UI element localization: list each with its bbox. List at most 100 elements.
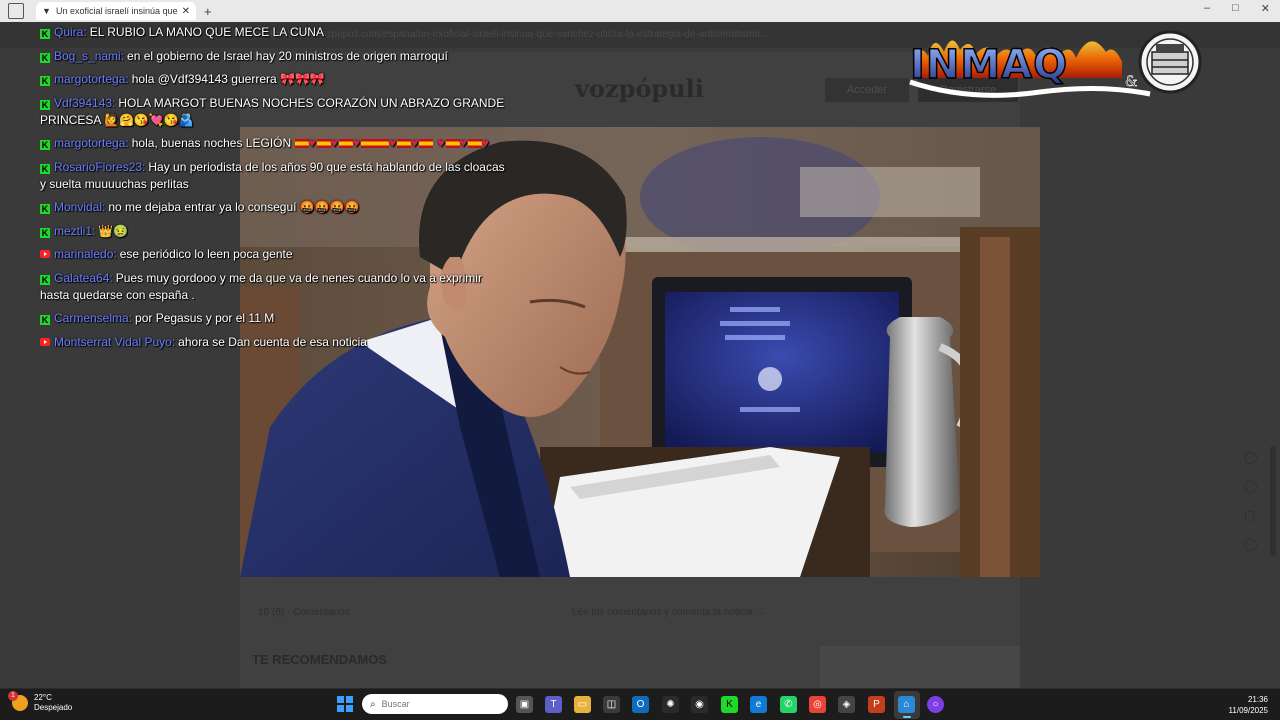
spain-flags-and-hearts: ♥ ♥ ♥ ♥ ♥ ♥ ♥ ♥ [294,136,490,150]
obs-icon[interactable]: ◉ [691,696,708,713]
chat-message: K Galatea64: Pues muy gordooo y me da que … [40,270,510,304]
heart-icon: ♥ [411,136,420,150]
task-view-icon[interactable]: ▣ [516,696,533,713]
acceder-button[interactable]: Acceder [825,78,909,102]
weather-condition: Despejado [34,703,73,712]
system-clock[interactable]: 21:36 11/09/2025 [1229,694,1268,716]
chat-text: en el gobierno de Israel hay 20 ministro… [127,48,448,63]
heart-icon: ♥ [459,136,468,150]
outlook-icon[interactable]: O [632,696,649,713]
temperature: 22°C [34,693,52,702]
share-icons: ◯ ◯ ▢ ◯ [1244,450,1257,551]
edge-icon[interactable]: e [750,696,767,713]
kick-icon: K [40,204,50,214]
chat-message: K Quira: EL RUBIO LA MANO QUE MECE LA CUNA [40,24,510,41]
app-icon[interactable]: ◈ [838,696,855,713]
chat-message: Kmeztli1: 👑🤢 [40,223,510,240]
chat-username: Montserrat Vidal Puyo: [54,334,176,349]
search-icon: ⌕ [370,698,376,710]
taskbar-search[interactable]: ⌕ [362,694,508,714]
start-button[interactable] [337,696,353,712]
recommended-heading: TE RECOMENDAMOS [252,652,388,667]
chat-message: Montserrat Vidal Puyo: ahora se Dan cuent… [40,334,510,351]
chat-username: Quira: [54,25,87,39]
chat-message: Kmargotortega: hola @Vdf394143 guerrera 🎀… [40,71,510,88]
live-chat-overlay: K Quira: EL RUBIO LA MANO QUE MECE LA CUNA… [40,24,510,357]
whatsapp-icon[interactable]: ✆ [780,696,797,713]
site-logo[interactable]: vozpópuli [575,74,704,103]
kick-icon: K [40,29,50,39]
weather-widget[interactable]: 1 22°C Despejado [8,691,72,713]
kick-icon: K [40,163,50,174]
share-icon[interactable]: ◯ [1244,450,1257,464]
kick-icon: K [40,274,50,285]
kick-icon: K [40,99,50,110]
chat-username: margotortega: [54,136,129,150]
chatgpt-icon[interactable]: ✺ [662,696,679,713]
new-tab-button[interactable]: + [204,4,212,19]
chat-username: marinaledo: [54,247,117,261]
tab-title: Un exoficial israelí insinúa que Sá [56,6,178,16]
spain-flag-icon [316,139,331,148]
kick-icon: K [40,315,50,325]
inmaq-logo-graphic: INMAQ & [909,30,1202,98]
chat-username: Vdf394143: [54,95,116,110]
tab-actions-icon[interactable] [8,3,24,19]
chat-username: Bog_s_nami: [54,48,125,63]
spain-flag-icon [419,139,434,148]
chat-message: K Monvidal: no me dejaba entrar ya lo cons… [40,199,510,216]
spain-flag-icon [360,139,375,148]
chat-username: Galatea64: [54,270,113,285]
youtube-icon [40,250,50,258]
maximize-icon[interactable]: □ [1232,2,1239,15]
chat-username: Carmenselma: [54,311,133,325]
tab-close-icon[interactable]: ✕ [182,6,190,17]
minimize-icon[interactable]: – [1204,2,1210,15]
kick-app-icon[interactable]: K [721,696,738,713]
clock-date: 11/09/2025 [1228,706,1268,715]
browser-tab-bar: ▼ Un exoficial israelí insinúa que Sá ✕ … [0,0,1280,22]
chat-text: EL RUBIO LA MANO QUE MECE LA CUNA [89,25,324,39]
chat-message: marinaledo: ese periódico lo leen poca ge… [40,246,510,263]
spain-flag-icon [374,139,389,148]
clock-time: 21:36 [1247,695,1268,704]
heart-icon: ♥ [388,136,397,150]
chat-message: K RosarioFlores23: Hay un periodista de lo… [40,159,510,193]
chat-text: no me dejaba entrar ya lo conseguí 🤬🤬🤬🤬 [108,200,360,214]
microsoft-store-icon[interactable]: ◫ [603,696,620,713]
inmaq-logo-text: INMAQ [910,42,1068,88]
chat-text: hola @Vdf394143 guerrera 🎀🎀🎀 [131,72,325,86]
heart-icon: ♥ [330,136,339,150]
chat-message: Kmargotortega: hola, buenas noches LEGIÓN… [40,135,510,152]
browser-tab[interactable]: ▼ Un exoficial israelí insinúa que Sá ✕ [36,2,196,20]
link-icon[interactable]: ◯ [1244,537,1257,551]
spain-flag-icon [445,139,460,148]
browser-active-icon[interactable]: ⌂ [898,696,915,713]
kick-icon: K [40,76,50,86]
kick-icon: K [40,52,50,63]
inmaq-logo: INMAQ & [900,22,1205,104]
chat-text: ese periódico lo leen poca gente [119,247,293,261]
teams-icon[interactable]: T [545,696,562,713]
close-window-icon[interactable]: ✕ [1261,2,1270,15]
chat-message: K Vdf394143: HOLA MARGOT BUENAS NOCHES COR… [40,95,510,129]
taskbar-search-input[interactable] [381,699,492,709]
file-explorer-icon[interactable]: ▭ [574,696,591,713]
powerpoint-icon[interactable]: P [868,696,885,713]
comment-icon[interactable]: ◯ [1244,479,1257,493]
chat-username: meztli1: [54,223,96,238]
comments-count[interactable]: 10 (6) · Comentarios [258,607,350,618]
app-circle-icon[interactable]: ○ [927,696,944,713]
chat-username: Monvidal: [54,200,106,214]
bookmark-icon[interactable]: ▢ [1244,508,1257,522]
spain-flag-icon [294,139,309,148]
comments-link[interactable]: Lee los comentarios y comenta la noticia… [572,607,765,618]
kick-icon: K [40,227,50,238]
scrollbar-thumb[interactable] [1270,446,1276,556]
weather-text: 22°C Despejado [34,693,72,713]
window-controls: – □ ✕ [1204,2,1270,15]
heart-icon: ♥ [481,136,490,150]
chrome-icon[interactable]: ◎ [809,696,826,713]
heart-icon: ♥ [308,136,317,150]
kick-icon: K [40,140,50,150]
